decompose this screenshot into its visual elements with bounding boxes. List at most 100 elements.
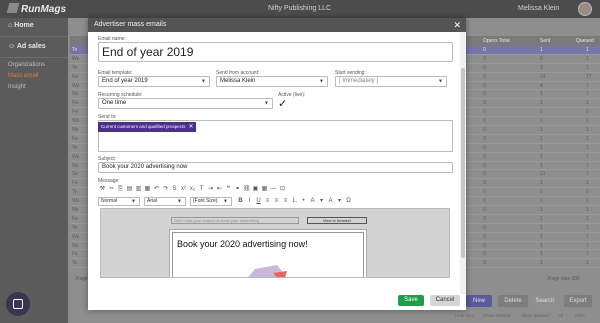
column-header[interactable]: Sent bbox=[540, 38, 550, 44]
table-cell: 0 bbox=[483, 64, 486, 71]
indent-icon[interactable]: ⇥ bbox=[207, 186, 214, 193]
paste-word-icon[interactable]: ▦ bbox=[144, 186, 151, 193]
align-left-icon[interactable]: ≡ bbox=[264, 198, 271, 205]
undo-icon[interactable]: ↶ bbox=[153, 186, 160, 193]
table-cell: 0 bbox=[483, 109, 486, 116]
image-icon[interactable]: ▣ bbox=[252, 186, 259, 193]
style-select[interactable]: Normal ▼ bbox=[98, 197, 140, 206]
table-cell: Fe bbox=[72, 251, 78, 258]
send-from-select[interactable]: Melissa Klein ▼ bbox=[216, 76, 328, 87]
maximize-icon[interactable]: ⊡ bbox=[279, 186, 286, 193]
table-cell: 1 bbox=[586, 233, 589, 240]
divider bbox=[0, 36, 68, 37]
email-template-select[interactable]: End of year 2019 ▼ bbox=[98, 76, 210, 87]
sidebar-item-mass-email[interactable]: Mass email bbox=[0, 71, 68, 82]
table-cell: 0 bbox=[483, 100, 486, 107]
subject-input[interactable]: Book your 2020 advertising now bbox=[98, 162, 453, 173]
horizontal-rule-icon[interactable]: ― bbox=[270, 186, 277, 193]
table-cell: 1 bbox=[586, 127, 589, 134]
remove-format-icon[interactable]: T bbox=[198, 186, 205, 193]
column-header[interactable]: Queued bbox=[576, 38, 594, 44]
filter-show-deleted[interactable]: Show deleted bbox=[483, 313, 510, 318]
delete-button[interactable]: Delete bbox=[498, 295, 528, 307]
redo-icon[interactable]: ↷ bbox=[162, 186, 169, 193]
paste-text-icon[interactable]: ▥ bbox=[135, 186, 142, 193]
bold-icon[interactable]: B bbox=[237, 198, 244, 205]
highlight-icon[interactable]: A bbox=[327, 198, 334, 205]
user-name[interactable]: Melissa Klein bbox=[518, 5, 559, 12]
active-checkbox[interactable]: ✓ bbox=[278, 98, 287, 110]
table-cell: Fe bbox=[72, 215, 78, 222]
table-cell: 1 bbox=[586, 47, 589, 53]
strikethrough-icon[interactable]: S bbox=[171, 186, 178, 193]
page-size-select[interactable]: Page size 100 bbox=[548, 276, 580, 282]
sidebar-item-ad-sales[interactable]: ☺ Ad sales bbox=[0, 39, 68, 55]
table-cell: 21 bbox=[540, 171, 546, 178]
table-cell: 0 bbox=[483, 251, 486, 258]
email-content-block[interactable]: Book your 2020 advertising now! bbox=[172, 232, 364, 277]
dialog-title: Advertiser mass emails bbox=[94, 21, 167, 28]
export-button[interactable]: Export bbox=[564, 295, 592, 307]
unlink-icon[interactable]: ⛓ bbox=[243, 186, 251, 193]
new-button[interactable]: New bbox=[466, 295, 492, 307]
column-header[interactable]: Opens Total bbox=[483, 38, 510, 44]
scrollbar-thumb[interactable] bbox=[461, 68, 465, 258]
copy-icon[interactable]: ⎘ bbox=[117, 186, 124, 193]
chat-launcher-button[interactable] bbox=[6, 292, 30, 316]
subscript-icon[interactable]: x₂ bbox=[189, 186, 196, 193]
users-icon: ☺ bbox=[8, 43, 17, 50]
search-button[interactable]: Search bbox=[532, 295, 558, 307]
remove-chip-icon[interactable]: ✕ bbox=[189, 124, 194, 130]
recurring-schedule-select[interactable]: One time ▼ bbox=[98, 98, 273, 109]
filter-mine[interactable]: Mine bbox=[575, 313, 585, 318]
font-size-select[interactable]: (Font Size) ▼ bbox=[190, 197, 232, 206]
save-button[interactable]: Save bbox=[398, 295, 424, 306]
filter-all[interactable]: All bbox=[558, 313, 563, 318]
table-cell: 1 bbox=[540, 118, 543, 125]
chevron-down-icon[interactable]: ▾ bbox=[318, 198, 325, 205]
table-icon[interactable]: ▦ bbox=[261, 186, 268, 193]
start-sending-select[interactable]: [ Immediately ] ▼ bbox=[335, 76, 447, 87]
table-cell: Ne bbox=[72, 207, 79, 214]
close-icon[interactable]: ✕ bbox=[453, 20, 461, 30]
superscript-icon[interactable]: x² bbox=[180, 186, 187, 193]
link-icon[interactable]: ⚭ bbox=[234, 186, 241, 193]
text-color-icon[interactable]: A bbox=[309, 198, 316, 205]
table-cell: Ne bbox=[72, 162, 79, 169]
email-name-input[interactable]: End of year 2019 bbox=[98, 42, 453, 62]
table-cell: Re bbox=[72, 73, 79, 80]
table-cell: 1 bbox=[586, 135, 589, 142]
table-cell: 1 bbox=[540, 91, 543, 98]
table-cell: 1 bbox=[540, 251, 543, 258]
recipient-list-chip[interactable]: Current customers and qualified prospect… bbox=[98, 122, 196, 132]
message-editor[interactable]: Don't miss your chance to book your adve… bbox=[100, 208, 450, 278]
align-right-icon[interactable]: ≡ bbox=[282, 198, 289, 205]
align-center-icon[interactable]: ≡ bbox=[273, 198, 280, 205]
cut-icon[interactable]: ✂ bbox=[108, 186, 115, 193]
avatar[interactable] bbox=[578, 2, 592, 16]
underline-icon[interactable]: U bbox=[255, 198, 262, 205]
italic-icon[interactable]: I bbox=[246, 198, 253, 205]
bullet-list-icon[interactable]: • bbox=[300, 198, 307, 205]
table-cell: 0 bbox=[483, 127, 486, 134]
preview-link-text: Don't miss your chance to book your adve… bbox=[171, 217, 299, 224]
sidebar-item-organizations[interactable]: Organizations bbox=[0, 60, 68, 71]
sidebar-item-home[interactable]: ⌂ Home bbox=[0, 18, 68, 34]
font-select[interactable]: Arial ▼ bbox=[144, 197, 186, 206]
paste-icon[interactable]: ▤ bbox=[126, 186, 133, 193]
filter-show-queued[interactable]: Show queued bbox=[521, 313, 549, 318]
view-in-browser-link[interactable]: View in browser bbox=[307, 217, 367, 224]
blockquote-icon[interactable]: ❝ bbox=[225, 186, 232, 193]
dialog-scrollbar[interactable] bbox=[460, 32, 466, 294]
source-icon[interactable]: ⚒ bbox=[99, 186, 106, 193]
numbered-list-icon[interactable]: ⒈ bbox=[291, 198, 298, 205]
table-cell: Te bbox=[72, 260, 78, 267]
chevron-down-icon[interactable]: ▾ bbox=[336, 198, 343, 205]
cancel-button[interactable]: Cancel bbox=[430, 295, 460, 306]
sidebar-item-insight[interactable]: Insight bbox=[0, 82, 68, 93]
app-logo[interactable]: RunMags bbox=[6, 3, 66, 15]
table-cell: 0 bbox=[483, 260, 486, 267]
outdent-icon[interactable]: ⇤ bbox=[216, 186, 223, 193]
filter-hide-sent[interactable]: Hide sent bbox=[455, 313, 474, 318]
special-char-icon[interactable]: Ω bbox=[345, 198, 352, 205]
